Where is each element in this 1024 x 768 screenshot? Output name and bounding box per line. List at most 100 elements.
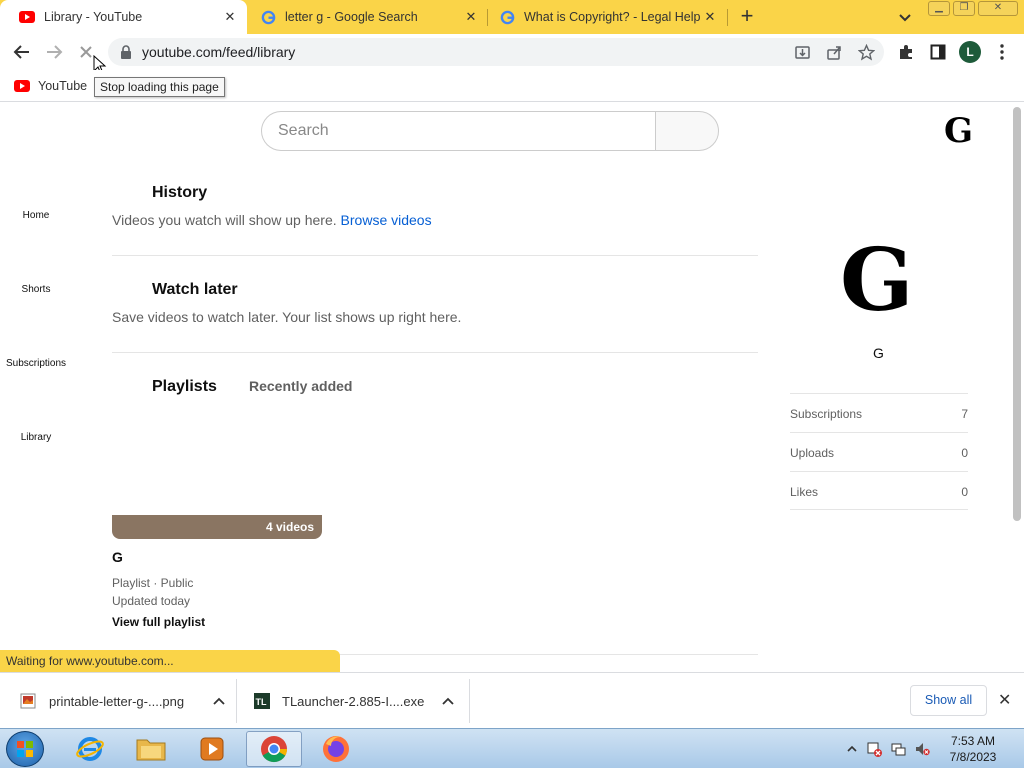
search-input[interactable]: Search <box>261 111 656 151</box>
arrow-left-icon <box>13 45 29 59</box>
guide-item-shorts[interactable]: Shorts <box>0 284 72 295</box>
more-options-icon[interactable] <box>992 42 1012 62</box>
show-all-button[interactable]: Show all <box>910 685 987 716</box>
profile-avatar[interactable]: L <box>959 41 981 63</box>
stat-label: Uploads <box>790 446 835 460</box>
tab-google-search[interactable]: letter g - Google Search ✕ <box>241 0 488 34</box>
search-button[interactable] <box>655 111 719 151</box>
internet-explorer-icon[interactable] <box>62 731 118 767</box>
tab-strip: Library - YouTube ✕ letter g - Google Se… <box>0 0 1024 34</box>
tab-title: letter g - Google Search <box>285 10 418 24</box>
guide-item-library[interactable]: Library <box>0 432 72 443</box>
download-item-exe[interactable]: TL TLauncher-2.885-I....exe <box>254 681 454 721</box>
maximize-button[interactable]: ❐ <box>953 1 975 16</box>
playlists-title[interactable]: Playlists <box>152 378 217 396</box>
lock-icon <box>121 45 131 59</box>
chevron-down-icon[interactable] <box>896 9 914 27</box>
close-tab-icon[interactable]: ✕ <box>462 8 480 26</box>
divider <box>112 255 758 256</box>
sort-dropdown[interactable]: Recently added <box>249 378 352 394</box>
scrollbar-thumb[interactable] <box>1013 107 1021 521</box>
action-center-icon[interactable] <box>866 741 882 757</box>
google-icon <box>260 9 276 25</box>
divider <box>112 352 758 353</box>
youtube-library-page: Search G Home Shorts Subscriptions Libra… <box>0 103 1024 672</box>
star-icon[interactable] <box>858 44 875 61</box>
playlist-title[interactable]: G <box>112 549 123 565</box>
clock-date: 7/8/2023 <box>949 750 997 764</box>
close-tab-icon[interactable]: ✕ <box>221 8 239 26</box>
view-full-playlist-link[interactable]: View full playlist <box>112 615 205 629</box>
minimize-button[interactable]: ▁ <box>928 1 950 16</box>
tab-library-youtube[interactable]: Library - YouTube ✕ <box>0 0 247 34</box>
stat-label: Subscriptions <box>790 407 863 421</box>
playlist-meta: Playlist · Public <box>112 576 194 590</box>
search-placeholder: Search <box>278 122 329 139</box>
stat-value: 0 <box>961 485 968 499</box>
channel-avatar[interactable]: G <box>840 238 913 324</box>
network-icon[interactable] <box>890 741 906 757</box>
tab-separator <box>727 9 728 26</box>
arrow-right-icon <box>47 45 63 59</box>
install-app-icon[interactable] <box>794 44 811 61</box>
firefox-icon[interactable] <box>308 731 364 767</box>
tooltip: Stop loading this page <box>94 77 225 97</box>
bookmark-label: YouTube <box>38 79 88 93</box>
guide-item-home[interactable]: Home <box>0 210 72 221</box>
guide-item-subscriptions[interactable]: Subscriptions <box>0 358 72 369</box>
tab-copyright-help[interactable]: What is Copyright? - Legal Help ✕ <box>480 0 727 34</box>
google-icon <box>499 9 515 25</box>
account-avatar[interactable]: G <box>944 111 973 151</box>
downloads-shelf: printable-letter-g-....png TL TLauncher-… <box>0 672 1024 728</box>
close-icon <box>80 46 92 58</box>
media-player-icon[interactable] <box>184 731 240 767</box>
forward-button[interactable] <box>42 40 66 64</box>
download-item-png[interactable]: printable-letter-g-....png <box>20 681 225 721</box>
system-clock[interactable]: 7:53 AM 7/8/2023 <box>944 733 1002 765</box>
status-bubble: Waiting for www.youtube.com... <box>0 650 340 672</box>
extensions-icon[interactable] <box>896 42 916 62</box>
watch-later-description: Save videos to watch later. Your list sh… <box>112 309 462 325</box>
stat-value: 0 <box>961 446 968 460</box>
video-count-badge: 4 videos <box>265 520 314 534</box>
windows-taskbar: 7:53 AM 7/8/2023 <box>0 728 1024 768</box>
playlist-updated: Updated today <box>112 594 191 608</box>
address-bar[interactable]: youtube.com/feed/library <box>108 38 884 66</box>
close-icon[interactable]: ✕ <box>998 690 1011 710</box>
side-panel-icon[interactable] <box>928 42 948 62</box>
channel-name: G <box>873 345 884 361</box>
close-tab-icon[interactable]: ✕ <box>701 8 719 26</box>
watch-later-title[interactable]: Watch later <box>152 281 238 299</box>
tab-title: What is Copyright? - Legal Help <box>524 10 701 24</box>
download-separator <box>469 679 470 723</box>
history-title[interactable]: History <box>152 184 207 202</box>
tab-title: Library - YouTube <box>44 10 143 24</box>
share-icon[interactable] <box>826 44 843 61</box>
bookmark-youtube[interactable]: YouTube <box>14 76 87 96</box>
show-hidden-icons-icon[interactable] <box>844 741 860 757</box>
clock-time: 7:53 AM <box>950 734 996 748</box>
browser-toolbar: youtube.com/feed/library L <box>0 34 1024 75</box>
stat-value: 7 <box>961 407 968 421</box>
back-button[interactable] <box>10 40 34 64</box>
history-desc-text: Videos you watch will show up here. <box>112 212 337 228</box>
new-tab-button[interactable]: + <box>736 5 758 28</box>
stat-uploads: Uploads 0 <box>790 432 968 471</box>
chevron-up-icon <box>213 697 225 705</box>
volume-muted-icon[interactable] <box>914 741 930 757</box>
playlist-thumbnail[interactable]: 4 videos <box>112 515 322 539</box>
chevron-up-icon <box>442 697 454 705</box>
download-separator <box>236 679 237 723</box>
file-explorer-icon[interactable] <box>123 731 179 767</box>
history-description: Videos you watch will show up here. Brow… <box>112 212 432 228</box>
windows-logo-icon <box>17 741 33 757</box>
tlauncher-icon: TL <box>254 693 270 709</box>
scrollbar[interactable] <box>1013 103 1021 523</box>
chrome-icon[interactable] <box>246 731 302 767</box>
youtube-icon <box>19 9 35 25</box>
image-file-icon <box>20 693 36 709</box>
browse-videos-link[interactable]: Browse videos <box>341 212 432 228</box>
close-window-button[interactable]: ✕ <box>978 1 1018 16</box>
start-button[interactable] <box>6 731 44 767</box>
svg-text:TL: TL <box>256 697 267 707</box>
